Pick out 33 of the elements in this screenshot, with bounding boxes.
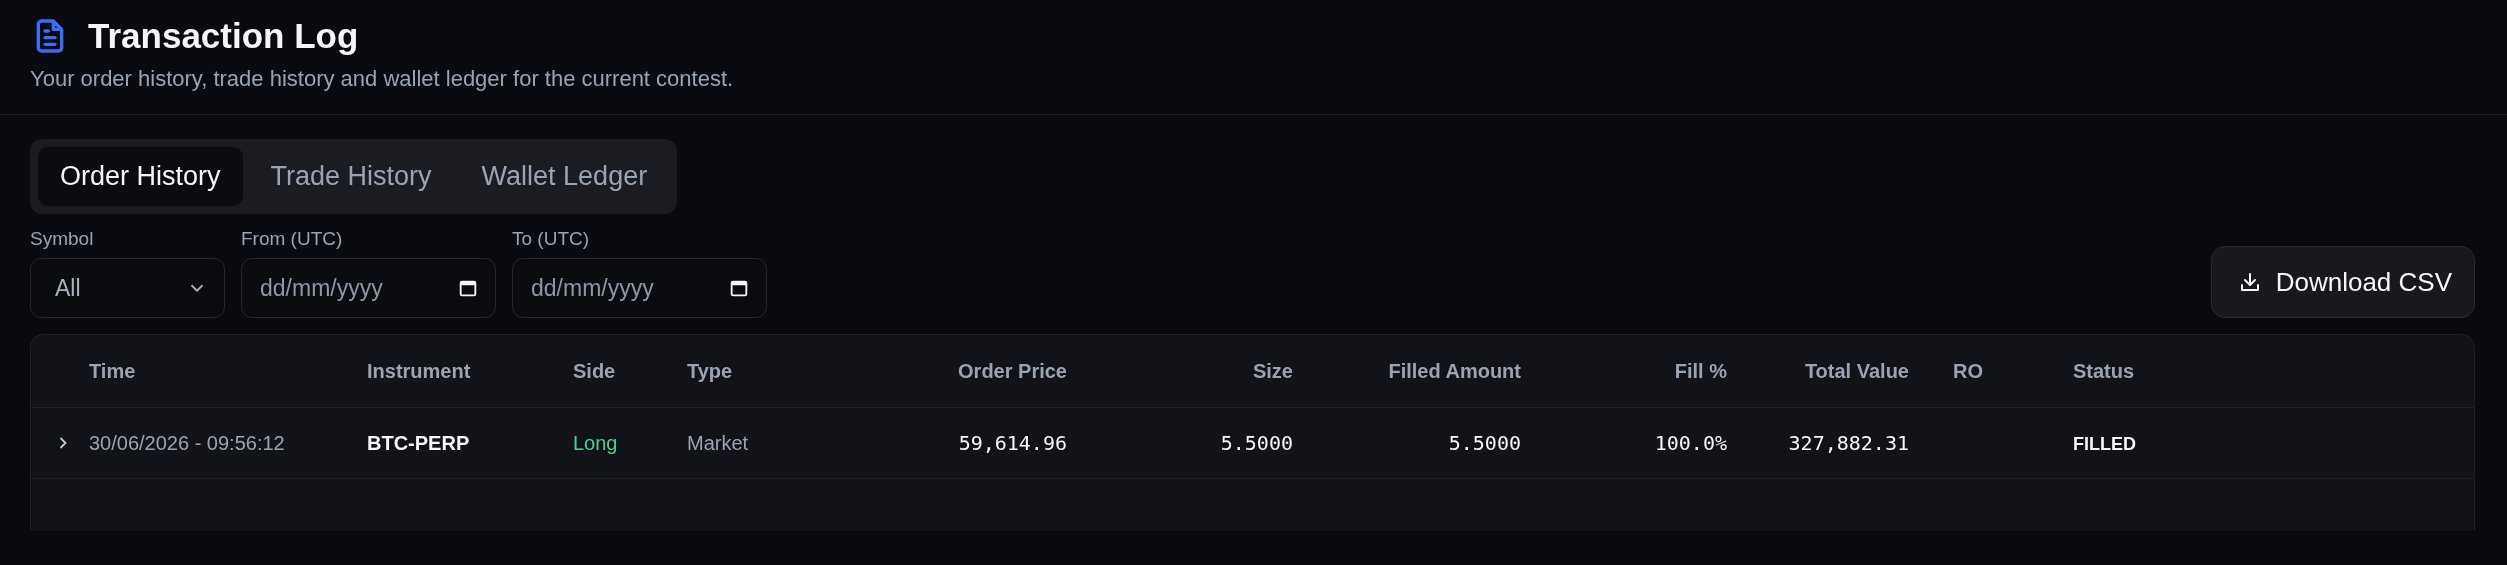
column-header: Status: [2073, 359, 2135, 382]
tab[interactable]: Order History: [38, 147, 243, 206]
table-cell: BTC-PERP: [367, 431, 470, 454]
page-title: Transaction Log: [88, 16, 359, 56]
table-cell: 100.0%: [1654, 431, 1727, 455]
column-header: Side: [573, 359, 616, 382]
table-cell: Long: [573, 431, 618, 454]
table-cell: 327,882.31: [1788, 431, 1909, 455]
table-cell: 59,614.96: [958, 431, 1067, 455]
tab[interactable]: Trade History: [248, 147, 454, 206]
column-header: Total Value: [1804, 359, 1909, 382]
column-header: Time: [89, 359, 136, 382]
column-header: Fill %: [1674, 359, 1727, 382]
column-header: Instrument: [367, 359, 471, 382]
column-header: Filled Amount: [1388, 359, 1521, 382]
column-header: Size: [1252, 359, 1293, 382]
column-header: Type: [687, 359, 733, 382]
table-cell: FILLED: [2073, 433, 2136, 454]
table-cell: 30/06/2026 - 09:56:12: [89, 431, 285, 454]
date-field[interactable]: dd/mm/yyyy: [241, 258, 496, 318]
date-field[interactable]: dd/mm/yyyy: [512, 258, 767, 318]
download-csv-button[interactable]: Download CSV: [2210, 246, 2475, 318]
field-label: Symbol: [30, 228, 95, 250]
table-cell: Market: [687, 431, 749, 454]
page-subtitle: Your order history, trade history and wallet ledger for the current contest.: [30, 66, 735, 92]
column-header: Order Price: [958, 359, 1067, 382]
symbol-dropdown[interactable]: All: [30, 258, 225, 318]
tab[interactable]: Wallet Ledger: [459, 147, 670, 206]
field-label: From (UTC): [241, 228, 344, 250]
table-cell: 5.5000: [1448, 431, 1521, 455]
column-header: RO: [1953, 359, 1983, 382]
field-label: To (UTC): [512, 228, 591, 250]
table-cell: 5.5000: [1220, 431, 1293, 455]
